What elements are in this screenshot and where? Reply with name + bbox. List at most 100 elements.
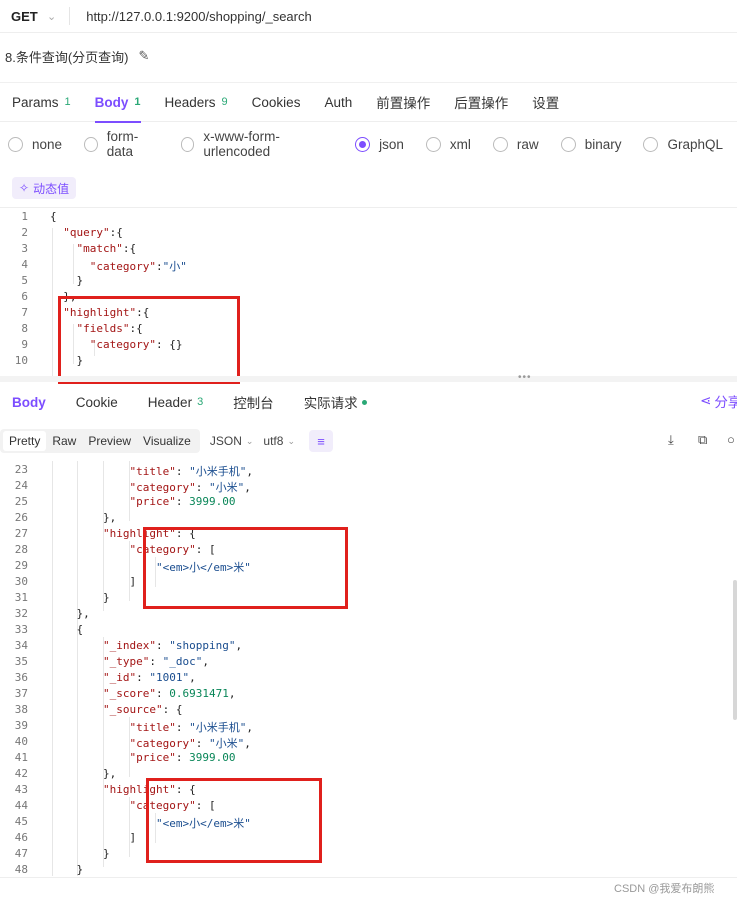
request-title[interactable]: 8.条件查询(分页查询) bbox=[5, 47, 129, 66]
radio-circle[interactable] bbox=[492, 136, 508, 152]
tab-cookies[interactable]: Cookies bbox=[252, 82, 301, 122]
tab-label: Params bbox=[12, 94, 59, 110]
tab-response-body[interactable]: Body bbox=[12, 395, 46, 410]
code-line: ] bbox=[50, 575, 137, 588]
radio-raw[interactable]: raw bbox=[492, 136, 539, 152]
line-number: 33 bbox=[14, 623, 28, 636]
tab-count: 1 bbox=[64, 96, 71, 108]
tab-params[interactable]: Params 1 bbox=[12, 82, 71, 122]
tab-label: Header bbox=[147, 394, 193, 410]
download-icon[interactable]: ⤓ bbox=[668, 432, 674, 448]
radio-none[interactable]: none bbox=[8, 136, 62, 152]
radio-json[interactable]: json bbox=[355, 136, 404, 152]
tab-console[interactable]: 控制台 bbox=[233, 392, 274, 412]
edit-icon[interactable]: ✎ bbox=[139, 48, 150, 64]
watermark: CSDN @我爱布朗熊 bbox=[614, 883, 715, 895]
chevron-down-icon: ⌄ bbox=[287, 435, 295, 446]
tab-label: Cookie bbox=[75, 394, 118, 410]
radio-urlencoded[interactable]: x-www-form-urlencoded bbox=[180, 129, 334, 159]
drag-handle-icon[interactable]: ••• bbox=[518, 372, 532, 383]
wrap-lines-button[interactable]: ≡ bbox=[308, 430, 333, 452]
radio-binary[interactable]: binary bbox=[560, 136, 621, 152]
share-button[interactable]: ⋖ 分享 bbox=[700, 391, 737, 411]
line-number: 5 bbox=[21, 274, 28, 287]
tab-count: 3 bbox=[197, 396, 204, 408]
url-input[interactable]: http://127.0.0.1:9200/shopping/_search bbox=[86, 9, 312, 24]
view-raw[interactable]: Raw bbox=[46, 431, 82, 451]
line-number: 35 bbox=[14, 655, 28, 668]
line-number: 23 bbox=[14, 463, 28, 476]
tab-response-cookie[interactable]: Cookie bbox=[76, 395, 118, 410]
line-number: 6 bbox=[21, 290, 28, 303]
line-number: 29 bbox=[14, 559, 28, 572]
scrollbar[interactable] bbox=[733, 580, 737, 720]
code-line: }, bbox=[50, 607, 90, 620]
radio-circle[interactable] bbox=[8, 136, 23, 152]
view-preview[interactable]: Preview bbox=[82, 431, 137, 451]
tab-label: 控制台 bbox=[233, 396, 274, 411]
tab-post-actions[interactable]: 后置操作 bbox=[454, 82, 508, 122]
copy-icon[interactable]: ⧉ bbox=[698, 432, 707, 448]
divider bbox=[69, 7, 71, 25]
code-line: { bbox=[50, 623, 84, 636]
divider bbox=[0, 877, 737, 878]
code-line: ] bbox=[50, 831, 137, 844]
response-body-viewer[interactable]: 23 "title": "小米手机", 24 "category": "小米", 2… bbox=[0, 461, 737, 876]
dynamic-value-button[interactable]: ✧ 动态值 bbox=[12, 177, 77, 199]
chevron-down-icon[interactable]: ⌄ bbox=[47, 10, 56, 23]
radio-xml[interactable]: xml bbox=[425, 136, 471, 152]
radio-circle-selected[interactable] bbox=[355, 136, 371, 152]
radio-label: xml bbox=[449, 136, 471, 152]
code-line: { bbox=[50, 210, 57, 223]
url-bar: GET ⌄ http://127.0.0.1:9200/shopping/_se… bbox=[0, 0, 737, 33]
body-type-radios: none form-data x-www-form-urlencoded jso… bbox=[0, 129, 737, 159]
line-number: 24 bbox=[14, 479, 28, 492]
code-line: "query":{ bbox=[63, 226, 123, 239]
code-line: } bbox=[50, 274, 84, 287]
tab-pre-actions[interactable]: 前置操作 bbox=[376, 82, 430, 122]
code-line: "price": 3999.00 bbox=[129, 495, 236, 508]
line-number: 2 bbox=[21, 226, 28, 239]
response-view-bar: Pretty Raw Preview Visualize JSON ⌄ utf8 ⌄… bbox=[0, 427, 737, 455]
view-pretty[interactable]: Pretty bbox=[3, 431, 47, 451]
magic-wand-icon: ✧ bbox=[19, 181, 30, 195]
code-line: "category": "小米", bbox=[129, 737, 251, 750]
line-number: 25 bbox=[14, 495, 28, 508]
tab-response-header[interactable]: Header 3 bbox=[148, 395, 203, 410]
request-title-bar: 8.条件查询(分页查询) ✎ bbox=[0, 40, 149, 72]
line-number: 31 bbox=[14, 591, 28, 604]
search-icon[interactable]: ○ bbox=[727, 432, 735, 447]
code-line: "category": "小米", bbox=[129, 481, 251, 494]
view-mode-group: Pretty Raw Preview Visualize bbox=[0, 429, 200, 453]
code-line: "_index": "shopping", bbox=[102, 639, 243, 652]
line-number: 38 bbox=[14, 703, 28, 716]
radio-circle[interactable] bbox=[180, 136, 195, 152]
format-select[interactable]: JSON ⌄ bbox=[210, 434, 254, 448]
tab-headers[interactable]: Headers 9 bbox=[165, 82, 228, 122]
pane-splitter[interactable]: ••• bbox=[0, 372, 737, 383]
highlight-annotation-box bbox=[143, 527, 348, 609]
radio-circle[interactable] bbox=[84, 136, 98, 152]
code-line: } bbox=[50, 591, 110, 604]
radio-graphql[interactable]: GraphQL bbox=[643, 136, 723, 152]
tab-auth[interactable]: Auth bbox=[324, 82, 352, 122]
line-number: 32 bbox=[14, 607, 28, 620]
line-number: 44 bbox=[14, 799, 28, 812]
tab-settings[interactable]: 设置 bbox=[532, 82, 559, 122]
line-number: 37 bbox=[14, 687, 28, 700]
highlight-annotation-box bbox=[58, 296, 240, 384]
radio-label: raw bbox=[516, 136, 539, 152]
tab-actual-request[interactable]: 实际请求 bbox=[304, 392, 367, 412]
tab-body[interactable]: Body 1 bbox=[94, 82, 141, 123]
radio-circle[interactable] bbox=[560, 136, 576, 152]
encoding-select[interactable]: utf8 ⌄ bbox=[263, 434, 295, 448]
method-select[interactable]: GET bbox=[11, 9, 39, 24]
view-visualize[interactable]: Visualize bbox=[137, 431, 197, 451]
tab-label: Body bbox=[94, 94, 129, 110]
radio-circle[interactable] bbox=[425, 136, 441, 152]
code-line: "title": "小米手机", bbox=[129, 465, 253, 478]
line-number: 47 bbox=[14, 847, 28, 860]
radio-circle[interactable] bbox=[643, 136, 659, 152]
code-line: }, bbox=[50, 511, 117, 524]
radio-form-data[interactable]: form-data bbox=[84, 129, 159, 159]
